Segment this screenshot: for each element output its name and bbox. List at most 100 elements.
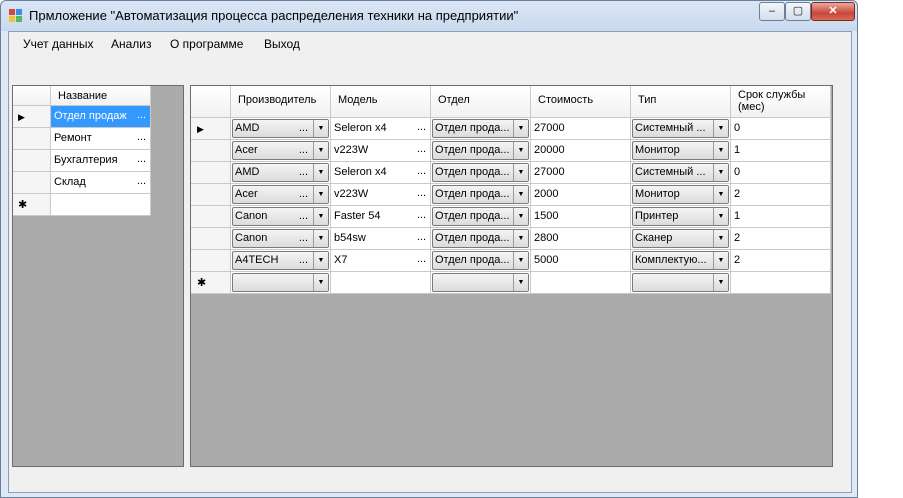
manufacturer-cell[interactable]: AMD... ▼ (231, 162, 331, 184)
row-header[interactable] (191, 140, 231, 162)
equipment-grid[interactable]: Производитель Модель Отдел Стоимость Тип Срок… (190, 85, 833, 467)
service-life-cell[interactable]: 1 (731, 206, 831, 228)
chevron-down-icon[interactable]: ▼ (513, 186, 528, 203)
column-header-manufacturer[interactable]: Производитель (231, 86, 331, 118)
model-cell[interactable]: v223W... (331, 184, 431, 206)
department-combobox[interactable]: Отдел прода... ▼ (432, 119, 529, 138)
row-header[interactable]: ▶ (191, 118, 231, 140)
ellipsis-button[interactable]: ... (299, 144, 308, 156)
service-life-cell[interactable]: 2 (731, 250, 831, 272)
cost-cell[interactable]: 1500 (531, 206, 631, 228)
menu-item-accounting[interactable]: Учет данных (23, 37, 94, 51)
ellipsis-button[interactable]: ... (299, 232, 308, 244)
ellipsis-button[interactable]: ... (417, 209, 426, 221)
department-combobox[interactable]: ▼ (432, 273, 529, 292)
department-cell[interactable]: Отдел прода... ▼ (431, 206, 531, 228)
service-life-cell[interactable]: 2 (731, 184, 831, 206)
menu-item-about[interactable]: О программе (170, 37, 243, 51)
ellipsis-button[interactable]: ... (137, 153, 146, 165)
service-life-cell[interactable]: 1 (731, 140, 831, 162)
model-cell[interactable]: Faster 54... (331, 206, 431, 228)
ellipsis-button[interactable]: ... (137, 131, 146, 143)
ellipsis-button[interactable]: ... (417, 165, 426, 177)
department-cell[interactable]: Бухгалтерия... (51, 150, 151, 172)
chevron-down-icon[interactable]: ▼ (313, 186, 328, 203)
type-combobox[interactable]: Системный ... ▼ (632, 119, 729, 138)
type-combobox[interactable]: Системный ... ▼ (632, 163, 729, 182)
manufacturer-combobox[interactable]: A4TECH... ▼ (232, 251, 329, 270)
ellipsis-button[interactable]: ... (417, 231, 426, 243)
service-life-cell[interactable]: 0 (731, 162, 831, 184)
type-combobox[interactable]: Принтер ▼ (632, 207, 729, 226)
column-header-type[interactable]: Тип (631, 86, 731, 118)
department-cell[interactable] (51, 194, 151, 216)
chevron-down-icon[interactable]: ▼ (713, 142, 728, 159)
ellipsis-button[interactable]: ... (299, 188, 308, 200)
row-header[interactable]: ✱ (191, 272, 231, 294)
manufacturer-cell[interactable]: Acer... ▼ (231, 184, 331, 206)
department-combobox[interactable]: Отдел прода... ▼ (432, 163, 529, 182)
ellipsis-button[interactable]: ... (299, 210, 308, 222)
service-life-cell[interactable]: 2 (731, 228, 831, 250)
manufacturer-combobox[interactable]: Acer... ▼ (232, 185, 329, 204)
ellipsis-button[interactable]: ... (299, 254, 308, 266)
chevron-down-icon[interactable]: ▼ (513, 230, 528, 247)
ellipsis-button[interactable]: ... (417, 187, 426, 199)
ellipsis-button[interactable]: ... (417, 143, 426, 155)
row-header[interactable] (191, 206, 231, 228)
maximize-button[interactable]: ▢ (785, 2, 811, 21)
chevron-down-icon[interactable]: ▼ (513, 120, 528, 137)
department-cell[interactable]: Отдел прода... ▼ (431, 228, 531, 250)
manufacturer-cell[interactable]: Acer... ▼ (231, 140, 331, 162)
chevron-down-icon[interactable]: ▼ (313, 252, 328, 269)
chevron-down-icon[interactable]: ▼ (313, 120, 328, 137)
department-cell[interactable]: Отдел прода... ▼ (431, 162, 531, 184)
chevron-down-icon[interactable]: ▼ (713, 252, 728, 269)
type-cell[interactable]: Сканер ▼ (631, 228, 731, 250)
chevron-down-icon[interactable]: ▼ (513, 274, 528, 291)
chevron-down-icon[interactable]: ▼ (313, 164, 328, 181)
column-header-name[interactable]: Название (51, 86, 151, 106)
department-cell[interactable]: Отдел прода... ▼ (431, 184, 531, 206)
manufacturer-cell[interactable]: A4TECH... ▼ (231, 250, 331, 272)
chevron-down-icon[interactable]: ▼ (513, 142, 528, 159)
ellipsis-button[interactable]: ... (417, 121, 426, 133)
menu-item-analysis[interactable]: Анализ (111, 37, 152, 51)
title-bar[interactable]: Прмложение "Автоматизация процесса распр… (1, 1, 857, 31)
cost-cell[interactable]: 2800 (531, 228, 631, 250)
model-cell[interactable]: Seleron x4... (331, 162, 431, 184)
column-header-department[interactable]: Отдел (431, 86, 531, 118)
chevron-down-icon[interactable]: ▼ (313, 230, 328, 247)
department-combobox[interactable]: Отдел прода... ▼ (432, 251, 529, 270)
type-cell[interactable]: Монитор ▼ (631, 140, 731, 162)
manufacturer-cell[interactable]: Canon... ▼ (231, 206, 331, 228)
manufacturer-combobox[interactable]: Canon... ▼ (232, 207, 329, 226)
manufacturer-combobox[interactable]: ▼ (232, 273, 329, 292)
type-combobox[interactable]: Сканер ▼ (632, 229, 729, 248)
column-header-cost[interactable]: Стоимость (531, 86, 631, 118)
service-life-cell[interactable] (731, 272, 831, 294)
chevron-down-icon[interactable]: ▼ (313, 208, 328, 225)
row-header[interactable] (191, 162, 231, 184)
minimize-button[interactable]: – (759, 2, 785, 21)
department-combobox[interactable]: Отдел прода... ▼ (432, 207, 529, 226)
chevron-down-icon[interactable]: ▼ (713, 274, 728, 291)
chevron-down-icon[interactable]: ▼ (513, 252, 528, 269)
column-header-model[interactable]: Модель (331, 86, 431, 118)
departments-grid[interactable]: Название ▶ Отдел продаж... Ремонт... Бухгалт… (12, 85, 184, 467)
manufacturer-cell[interactable]: Canon... ▼ (231, 228, 331, 250)
row-header[interactable] (13, 150, 51, 172)
row-header[interactable] (13, 128, 51, 150)
ellipsis-button[interactable]: ... (137, 109, 146, 121)
model-cell[interactable] (331, 272, 431, 294)
manufacturer-combobox[interactable]: AMD... ▼ (232, 163, 329, 182)
type-cell[interactable]: Принтер ▼ (631, 206, 731, 228)
type-cell[interactable]: Системный ... ▼ (631, 118, 731, 140)
ellipsis-button[interactable]: ... (417, 253, 426, 265)
model-cell[interactable]: v223W... (331, 140, 431, 162)
chevron-down-icon[interactable]: ▼ (513, 208, 528, 225)
department-combobox[interactable]: Отдел прода... ▼ (432, 185, 529, 204)
cost-cell[interactable]: 27000 (531, 162, 631, 184)
department-cell[interactable]: Склад... (51, 172, 151, 194)
ellipsis-button[interactable]: ... (299, 166, 308, 178)
